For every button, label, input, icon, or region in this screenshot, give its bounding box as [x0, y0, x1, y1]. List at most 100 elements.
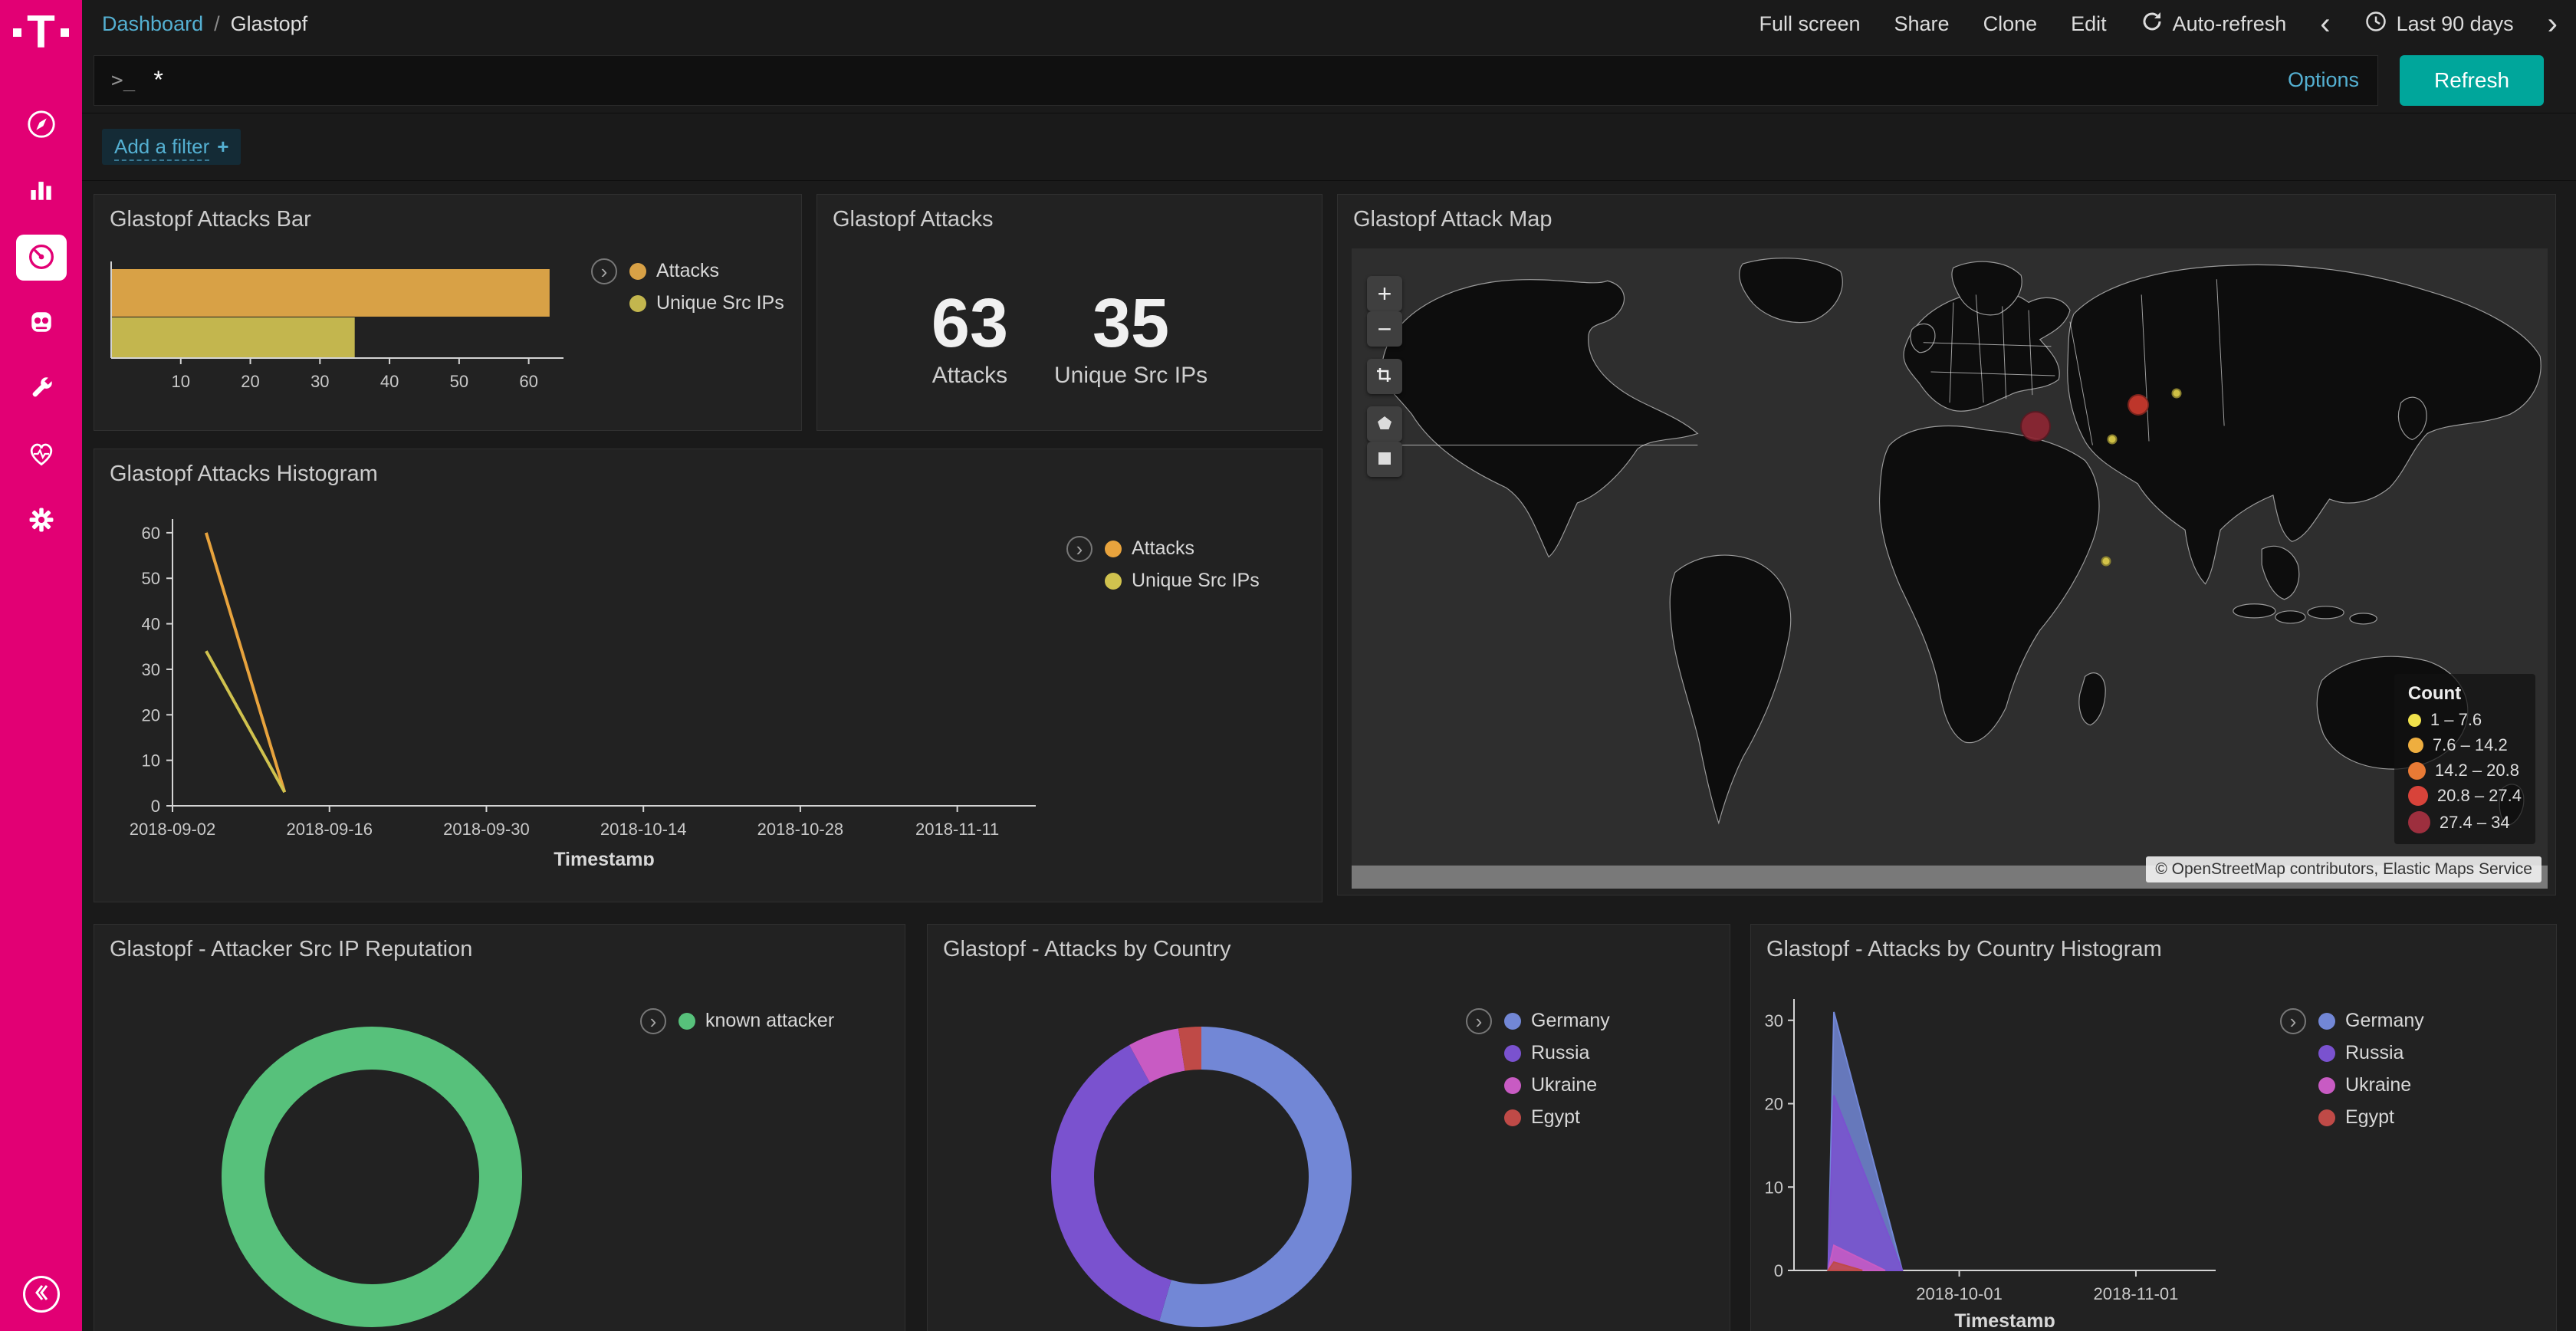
legend-toggle-icon[interactable]: › — [2280, 1008, 2306, 1034]
zoom-out-button[interactable]: − — [1367, 311, 1402, 347]
metric-group: 63Attacks35Unique Src IPs — [817, 289, 1322, 389]
legend-item[interactable]: Unique Src IPs — [629, 292, 784, 314]
breadcrumb-separator: / — [214, 12, 220, 36]
polygon-tool-button[interactable] — [1367, 406, 1402, 442]
metric: 35Unique Src IPs — [1054, 289, 1208, 389]
map-attribution[interactable]: © OpenStreetMap contributors, Elastic Ma… — [2146, 856, 2542, 882]
chevron-left-icon — [33, 1283, 50, 1306]
map-marker[interactable] — [2128, 394, 2149, 416]
time-back-chevron[interactable]: ‹ — [2320, 8, 2330, 39]
full-screen-button[interactable]: Full screen — [1759, 12, 1860, 36]
sidebar-item-visualize[interactable] — [16, 169, 67, 215]
sidebar-item-management[interactable] — [16, 498, 67, 544]
svg-text:2018-09-02: 2018-09-02 — [130, 820, 216, 839]
clone-button[interactable]: Clone — [1983, 12, 2038, 36]
panel-country-histogram: Glastopf - Attacks by Country Histogram … — [1750, 924, 2557, 1331]
legend-item[interactable]: Unique Src IPs — [1105, 570, 1260, 592]
map-marker[interactable] — [2020, 411, 2051, 442]
metric-label: Unique Src IPs — [1054, 363, 1208, 389]
zoom-in-button[interactable]: + — [1367, 276, 1402, 311]
search-input[interactable]: >_ * Options — [94, 55, 2378, 106]
top-nav-bar: Dashboard / Glastopf Full screen Share C… — [82, 0, 2576, 48]
legend-toggle-icon[interactable]: › — [1066, 536, 1092, 562]
attacks-by-country-donut[interactable] — [1033, 1008, 1370, 1331]
legend-item[interactable]: Russia — [1504, 1042, 1610, 1064]
legend-label: Ukraine — [2345, 1074, 2411, 1096]
legend-dot — [2318, 1045, 2335, 1062]
svg-text:10: 10 — [142, 751, 160, 771]
logo-t: T — [27, 9, 55, 55]
legend-item[interactable]: Egypt — [1504, 1106, 1610, 1129]
sidebar-item-timelion[interactable] — [16, 301, 67, 347]
legend-toggle-icon[interactable]: › — [591, 258, 617, 284]
map-legend-row: 20.8 – 27.4 — [2408, 786, 2522, 806]
metric-label: Attacks — [932, 363, 1008, 389]
legend-item[interactable]: Attacks — [1105, 537, 1260, 560]
svg-text:2018-10-01: 2018-10-01 — [1916, 1284, 2003, 1303]
svg-text:10: 10 — [1765, 1178, 1783, 1197]
map-canvas[interactable]: + − Count 1 – 7.67.6 – 14.214.2 – 20.820… — [1352, 248, 2548, 889]
telekom-logo[interactable]: T — [13, 9, 69, 55]
share-button[interactable]: Share — [1894, 12, 1950, 36]
legend-label: Unique Src IPs — [656, 292, 784, 314]
attacks-histogram-chart[interactable]: 01020304050602018-09-022018-09-162018-09… — [108, 505, 1066, 866]
map-marker[interactable] — [2101, 557, 2111, 567]
query-value: * — [153, 66, 163, 94]
legend-dot — [2318, 1013, 2335, 1030]
logo-dot — [61, 28, 69, 37]
panel-attacks-histogram: Glastopf Attacks Histogram 0102030405060… — [94, 449, 1322, 902]
map-marker[interactable] — [2108, 434, 2118, 444]
legend-toggle-icon[interactable]: › — [1466, 1008, 1492, 1034]
auto-refresh-button[interactable]: Auto-refresh — [2141, 10, 2287, 38]
legend-dot — [1105, 541, 1122, 557]
owl-icon — [26, 307, 57, 341]
svg-text:2018-11-11: 2018-11-11 — [915, 820, 999, 839]
legend-dot — [2408, 762, 2426, 780]
pentagon-icon — [1375, 410, 1394, 439]
legend-dot — [1504, 1013, 1521, 1030]
sidebar-item-monitoring[interactable] — [16, 432, 67, 478]
sidebar-item-discover[interactable] — [16, 103, 67, 149]
ip-reputation-donut[interactable] — [203, 1008, 540, 1331]
legend-label: Egypt — [2345, 1106, 2394, 1129]
legend-item[interactable]: Germany — [2318, 1010, 2424, 1032]
refresh-button[interactable]: Refresh — [2400, 55, 2544, 106]
legend-item[interactable]: Ukraine — [1504, 1074, 1610, 1096]
sidebar-item-dev-tools[interactable] — [16, 366, 67, 412]
edit-button[interactable]: Edit — [2071, 12, 2107, 36]
legend-item[interactable]: Egypt — [2318, 1106, 2424, 1129]
crop-tool-button[interactable] — [1367, 359, 1402, 394]
legend-label: 7.6 – 14.2 — [2433, 735, 2508, 755]
rectangle-tool-button[interactable] — [1367, 442, 1402, 477]
main-area: Dashboard / Glastopf Full screen Share C… — [82, 0, 2576, 1331]
svg-text:2018-09-16: 2018-09-16 — [286, 820, 373, 839]
panel-attacks-metric: Glastopf Attacks 63Attacks35Unique Src I… — [816, 194, 1322, 431]
query-options-link[interactable]: Options — [2288, 68, 2359, 92]
legend-item[interactable]: Russia — [2318, 1042, 2424, 1064]
svg-text:20: 20 — [241, 372, 259, 391]
legend-item[interactable]: Germany — [1504, 1010, 1610, 1032]
svg-text:0: 0 — [151, 797, 160, 816]
legend-item[interactable]: Attacks — [629, 260, 784, 282]
svg-text:50: 50 — [142, 569, 160, 588]
legend-label: 20.8 – 27.4 — [2437, 786, 2522, 806]
map-marker[interactable] — [2172, 388, 2182, 398]
legend-item[interactable]: known attacker — [678, 1010, 834, 1032]
panel-title: Glastopf - Attacks by Country — [928, 925, 1730, 970]
breadcrumb-dashboard-link[interactable]: Dashboard — [102, 12, 203, 36]
legend-toggle-icon[interactable]: › — [640, 1008, 666, 1034]
attacks-bar-chart[interactable]: 102030405060 — [104, 251, 579, 408]
gear-icon — [26, 504, 57, 539]
sidebar: T — [0, 0, 82, 1331]
clock-icon — [2364, 10, 2387, 38]
legend-item[interactable]: Ukraine — [2318, 1074, 2424, 1096]
time-range-picker[interactable]: Last 90 days — [2364, 10, 2514, 38]
collapse-sidebar-button[interactable] — [23, 1276, 60, 1313]
country-histogram-chart[interactable]: 01020302018-10-012018-11-01Timestamp — [1756, 990, 2262, 1327]
svg-text:10: 10 — [172, 372, 190, 391]
sidebar-item-dashboard[interactable] — [16, 235, 67, 281]
legend-dot — [629, 263, 646, 280]
map-legend: Count 1 – 7.67.6 – 14.214.2 – 20.820.8 –… — [2394, 674, 2535, 844]
time-forward-chevron[interactable]: › — [2548, 8, 2558, 39]
add-filter-button[interactable]: Add a filter+ — [102, 129, 241, 165]
